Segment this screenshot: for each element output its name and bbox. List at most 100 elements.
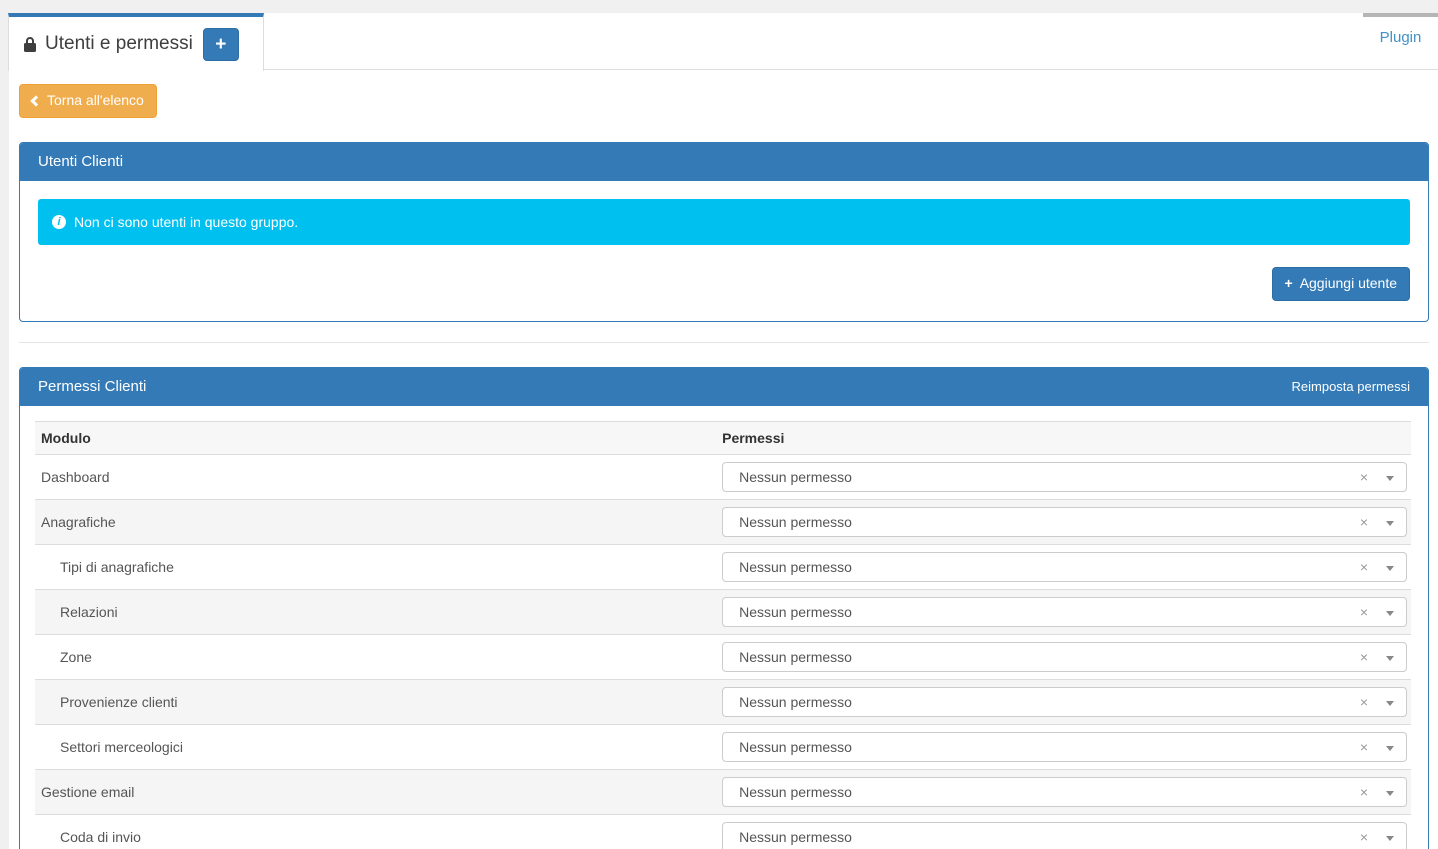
- clear-selection-icon[interactable]: ×: [1360, 605, 1368, 619]
- no-users-alert: i Non ci sono utenti in questo gruppo.: [38, 199, 1410, 245]
- permissions-cell: Nessun permesso ×: [716, 634, 1411, 679]
- permissions-cell: Nessun permesso ×: [716, 679, 1411, 724]
- table-row: Relazioni Nessun permesso ×: [35, 589, 1411, 634]
- caret-down-icon[interactable]: [1386, 476, 1394, 481]
- no-users-alert-text: Non ci sono utenti in questo gruppo.: [74, 214, 298, 230]
- clear-selection-icon[interactable]: ×: [1360, 740, 1368, 754]
- permission-select-value: Nessun permesso: [739, 514, 852, 530]
- permissions-panel: Permessi Clienti Reimposta permessi Modu…: [19, 367, 1429, 849]
- module-name: Relazioni: [41, 604, 118, 620]
- permission-select-value: Nessun permesso: [739, 559, 852, 575]
- permission-select[interactable]: Nessun permesso ×: [722, 507, 1407, 537]
- module-cell: Zone: [35, 634, 716, 679]
- module-cell: Relazioni: [35, 589, 716, 634]
- caret-down-icon[interactable]: [1386, 791, 1394, 796]
- back-to-list-button[interactable]: Torna all'elenco: [19, 84, 157, 118]
- module-cell: Tipi di anagrafiche: [35, 544, 716, 589]
- permissions-panel-header: Permessi Clienti Reimposta permessi: [20, 368, 1428, 406]
- add-user-label: Aggiungi utente: [1300, 274, 1397, 294]
- users-panel-body: i Non ci sono utenti in questo gruppo. +…: [20, 181, 1428, 321]
- users-panel-actions: + Aggiungi utente: [38, 267, 1410, 303]
- clear-selection-icon[interactable]: ×: [1360, 470, 1368, 484]
- permissions-panel-body: Modulo Permessi Dashboard Nessun permess…: [20, 406, 1428, 849]
- caret-down-icon[interactable]: [1386, 611, 1394, 616]
- caret-down-icon[interactable]: [1386, 566, 1394, 571]
- table-row: Coda di invio Nessun permesso ×: [35, 814, 1411, 849]
- permissions-cell: Nessun permesso ×: [716, 454, 1411, 499]
- module-name: Dashboard: [41, 469, 110, 485]
- module-cell: Settori merceologici: [35, 724, 716, 769]
- caret-down-icon[interactable]: [1386, 746, 1394, 751]
- clear-selection-icon[interactable]: ×: [1360, 695, 1368, 709]
- column-header-module: Modulo: [35, 421, 716, 454]
- permission-select[interactable]: Nessun permesso ×: [722, 552, 1407, 582]
- module-name: Zone: [41, 649, 92, 665]
- chevron-left-icon: [30, 95, 41, 106]
- permissions-table: Modulo Permessi Dashboard Nessun permess…: [35, 421, 1411, 849]
- module-name: Settori merceologici: [41, 739, 183, 755]
- permissions-cell: Nessun permesso ×: [716, 769, 1411, 814]
- module-name: Gestione email: [41, 784, 134, 800]
- add-tab-button[interactable]: +: [203, 28, 239, 61]
- caret-down-icon[interactable]: [1386, 701, 1394, 706]
- plus-icon: +: [1285, 274, 1293, 294]
- users-panel-header: Utenti Clienti: [20, 143, 1428, 181]
- permission-select[interactable]: Nessun permesso ×: [722, 822, 1407, 849]
- clear-selection-icon[interactable]: ×: [1360, 830, 1368, 844]
- plugin-link[interactable]: Plugin: [1380, 29, 1422, 46]
- module-name: Coda di invio: [41, 829, 141, 845]
- table-row: Tipi di anagrafiche Nessun permesso ×: [35, 544, 1411, 589]
- permissions-cell: Nessun permesso ×: [716, 814, 1411, 849]
- permissions-table-header-row: Modulo Permessi: [35, 421, 1411, 454]
- caret-down-icon[interactable]: [1386, 521, 1394, 526]
- clear-selection-icon[interactable]: ×: [1360, 650, 1368, 664]
- caret-down-icon[interactable]: [1386, 656, 1394, 661]
- tab-utenti-e-permessi[interactable]: Utenti e permessi +: [8, 13, 264, 71]
- module-cell: Anagrafiche: [35, 499, 716, 544]
- lock-icon: [23, 36, 37, 52]
- permission-select[interactable]: Nessun permesso ×: [722, 777, 1407, 807]
- permission-select[interactable]: Nessun permesso ×: [722, 462, 1407, 492]
- permission-select[interactable]: Nessun permesso ×: [722, 642, 1407, 672]
- module-cell: Provenienze clienti: [35, 679, 716, 724]
- module-cell: Coda di invio: [35, 814, 716, 849]
- info-circle-icon: i: [52, 215, 66, 229]
- permissions-table-body: Dashboard Nessun permesso × Anagrafiche …: [35, 454, 1411, 849]
- module-name: Provenienze clienti: [41, 694, 178, 710]
- users-panel: Utenti Clienti i Non ci sono utenti in q…: [19, 142, 1429, 322]
- main-container: Utenti e permessi + Plugin Torna all'ele…: [9, 13, 1438, 849]
- tab-bar: Utenti e permessi + Plugin: [9, 13, 1438, 70]
- add-user-button[interactable]: + Aggiungi utente: [1272, 267, 1411, 301]
- permissions-cell: Nessun permesso ×: [716, 544, 1411, 589]
- clear-selection-icon[interactable]: ×: [1360, 515, 1368, 529]
- tab-plugin[interactable]: Plugin: [1363, 13, 1438, 70]
- clear-selection-icon[interactable]: ×: [1360, 560, 1368, 574]
- permissions-cell: Nessun permesso ×: [716, 499, 1411, 544]
- permission-select-value: Nessun permesso: [739, 649, 852, 665]
- tab-content: Torna all'elenco Utenti Clienti i Non ci…: [9, 70, 1438, 849]
- permission-select[interactable]: Nessun permesso ×: [722, 597, 1407, 627]
- module-name: Tipi di anagrafiche: [41, 559, 174, 575]
- table-row: Zone Nessun permesso ×: [35, 634, 1411, 679]
- caret-down-icon[interactable]: [1386, 836, 1394, 841]
- tab-title: Utenti e permessi: [45, 33, 193, 55]
- module-cell: Dashboard: [35, 454, 716, 499]
- back-to-list-label: Torna all'elenco: [47, 91, 144, 111]
- clear-selection-icon[interactable]: ×: [1360, 785, 1368, 799]
- permission-select-value: Nessun permesso: [739, 739, 852, 755]
- table-row: Settori merceologici Nessun permesso ×: [35, 724, 1411, 769]
- module-cell: Gestione email: [35, 769, 716, 814]
- permissions-cell: Nessun permesso ×: [716, 589, 1411, 634]
- table-row: Anagrafiche Nessun permesso ×: [35, 499, 1411, 544]
- permission-select-value: Nessun permesso: [739, 829, 852, 845]
- permission-select[interactable]: Nessun permesso ×: [722, 687, 1407, 717]
- permission-select[interactable]: Nessun permesso ×: [722, 732, 1407, 762]
- permission-select-value: Nessun permesso: [739, 469, 852, 485]
- column-header-permissions: Permessi: [716, 421, 1411, 454]
- module-name: Anagrafiche: [41, 514, 116, 530]
- permission-select-value: Nessun permesso: [739, 694, 852, 710]
- permission-select-value: Nessun permesso: [739, 604, 852, 620]
- reset-permissions-link[interactable]: Reimposta permessi: [1292, 379, 1411, 394]
- page: Utenti e permessi + Plugin Torna all'ele…: [0, 0, 1438, 849]
- table-row: Gestione email Nessun permesso ×: [35, 769, 1411, 814]
